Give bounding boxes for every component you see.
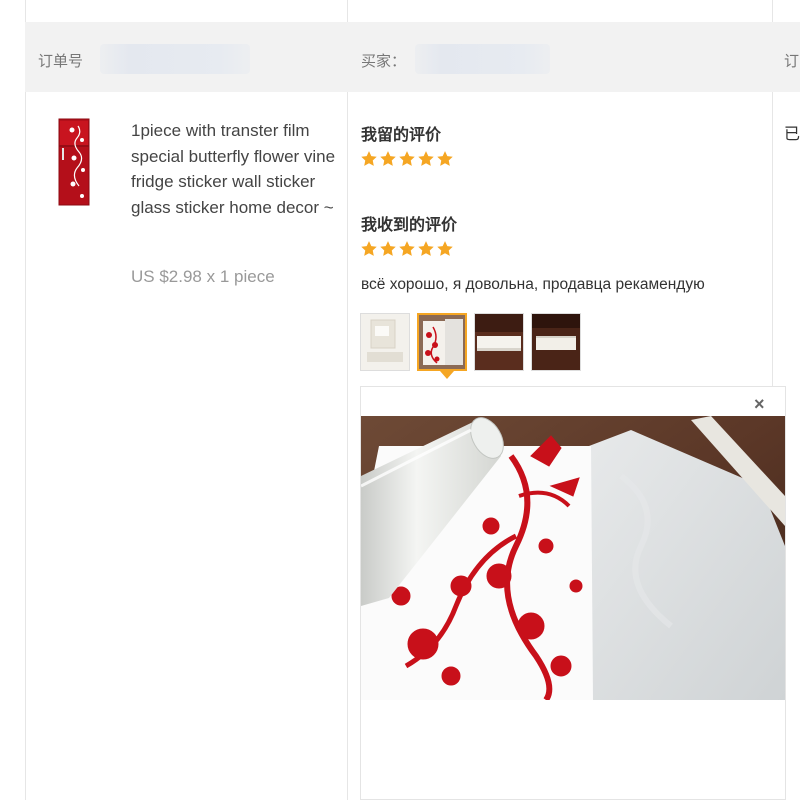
star-icon bbox=[418, 151, 434, 166]
order-number-label: 订单号 bbox=[38, 53, 84, 70]
star-icon bbox=[399, 151, 415, 166]
star-icon bbox=[380, 151, 396, 166]
star-icon bbox=[361, 151, 377, 166]
received-review-heading: 我收到的评价 bbox=[361, 217, 458, 234]
my-rating-stars bbox=[360, 150, 454, 168]
review-text: всё хорошо, я довольна, продавца рекамен… bbox=[361, 276, 705, 293]
order-number-redacted bbox=[100, 44, 250, 74]
product-title[interactable]: 1piece with transter film special butter… bbox=[131, 118, 336, 220]
star-icon bbox=[380, 241, 396, 256]
header-third-label: 订 bbox=[784, 53, 800, 70]
buyer-name-redacted bbox=[415, 44, 550, 74]
review-photo-strip bbox=[360, 313, 581, 371]
star-icon bbox=[399, 241, 415, 256]
star-icon bbox=[418, 241, 434, 256]
active-photo-indicator bbox=[440, 371, 454, 379]
column-divider-left bbox=[25, 0, 26, 800]
received-rating-stars bbox=[360, 240, 454, 258]
order-header: 订单号 买家： 订 bbox=[25, 22, 800, 92]
star-icon bbox=[437, 241, 453, 256]
review-photo-thumb-3[interactable] bbox=[474, 313, 524, 371]
buyer-label: 买家： bbox=[361, 53, 407, 70]
order-status-text: 已 bbox=[784, 126, 800, 143]
review-photo-thumb-1[interactable] bbox=[360, 313, 410, 371]
review-photo-preview bbox=[361, 416, 785, 700]
close-icon[interactable]: × bbox=[754, 394, 765, 414]
column-divider-middle bbox=[347, 0, 348, 800]
product-thumbnail[interactable] bbox=[58, 118, 90, 206]
star-icon bbox=[437, 151, 453, 166]
review-photo-thumb-4[interactable] bbox=[531, 313, 581, 371]
my-review-heading: 我留的评价 bbox=[361, 127, 442, 144]
product-price: US $2.98 x 1 piece bbox=[131, 267, 275, 286]
review-photo-thumb-2[interactable] bbox=[417, 313, 467, 371]
star-icon bbox=[361, 241, 377, 256]
